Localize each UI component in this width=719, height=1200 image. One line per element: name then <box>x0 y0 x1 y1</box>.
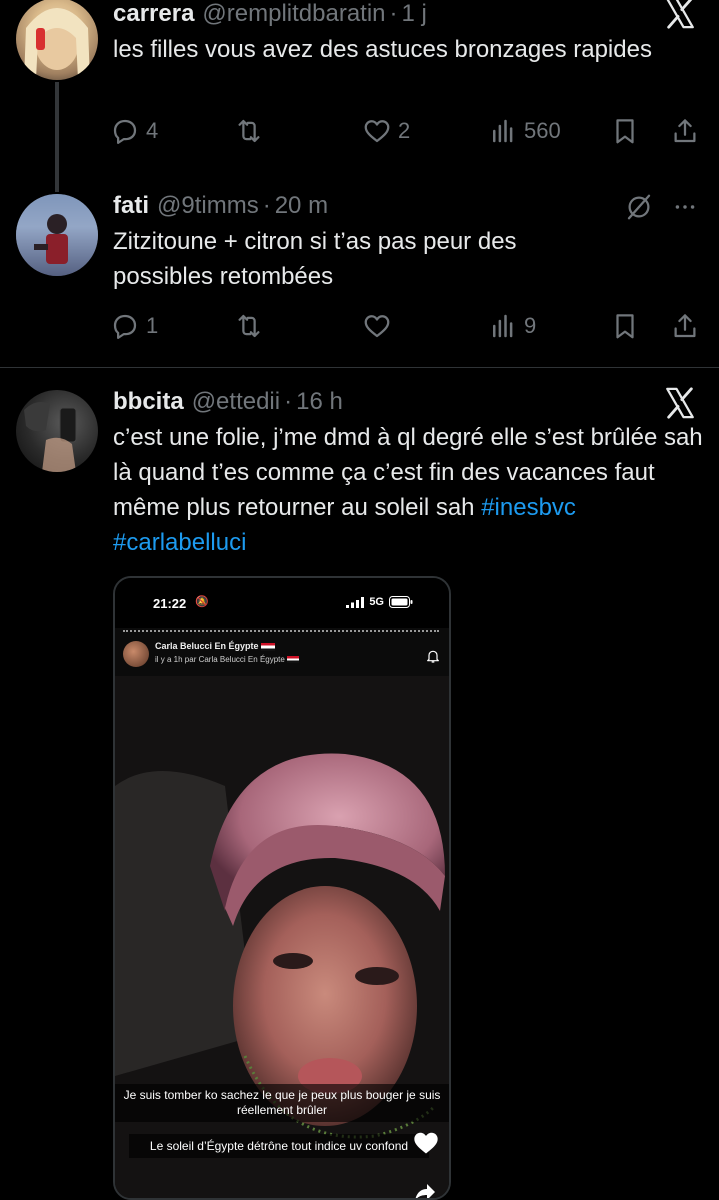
views-icon <box>493 314 513 338</box>
author-handle[interactable]: @remplitdbaratin <box>202 0 385 28</box>
like-count: 2 <box>398 118 411 143</box>
repost-icon <box>238 314 260 338</box>
reply-button[interactable]: 1 <box>110 308 158 344</box>
status-time: 21:22 <box>153 596 187 611</box>
avatar-carrera-art <box>24 8 90 80</box>
like-icon <box>364 120 390 143</box>
bookmark-button[interactable] <box>610 308 640 344</box>
repost-icon <box>238 119 260 143</box>
x-logo-icon <box>666 387 694 419</box>
egypt-flag-icon <box>287 656 300 664</box>
author-name[interactable]: carrera <box>113 0 194 28</box>
story-account-name: Carla Belucci En Égypte <box>155 641 276 651</box>
like-button[interactable]: 2 <box>362 113 410 149</box>
author-name[interactable]: bbcita <box>113 388 184 416</box>
story-progress <box>123 630 439 634</box>
more-icon[interactable] <box>670 194 700 220</box>
share-button[interactable] <box>670 113 700 149</box>
story-avatar <box>123 641 149 667</box>
avatar-bbcita[interactable] <box>16 390 98 472</box>
tweet-fati[interactable]: fati @9timms · 20 m Zitzitoune + citron … <box>0 186 719 366</box>
bookmark-button[interactable] <box>610 113 640 149</box>
views-count: 9 <box>524 313 537 338</box>
author-name[interactable]: fati <box>113 192 149 220</box>
story-subtitle: il y a 1h par Carla Belucci En Égypte <box>155 655 300 664</box>
author-handle[interactable]: @9timms <box>157 192 259 220</box>
repost-button[interactable] <box>234 113 270 149</box>
mute-icon: 🔕 <box>195 596 209 608</box>
reply-icon <box>113 119 137 144</box>
avatar-bbcita-art <box>24 402 77 472</box>
action-bar: 4 2 560 <box>108 113 708 149</box>
grok-icon[interactable] <box>624 192 654 222</box>
reply-button[interactable]: 4 <box>110 113 158 149</box>
story-caption-2: Le soleil d’Égypte détrône tout indice u… <box>129 1134 429 1158</box>
bookmark-icon <box>616 119 634 144</box>
network-type: 5G <box>369 596 384 608</box>
separator-dot: · <box>284 388 293 415</box>
separator-dot: · <box>389 0 398 27</box>
tweet-text: c’est une folie, j’me dmd à ql degré ell… <box>113 420 713 560</box>
tweet-text-content: c’est une folie, j’me dmd à ql degré ell… <box>113 424 703 521</box>
reply-count: 1 <box>146 313 159 338</box>
separator-dot: · <box>262 192 271 219</box>
egypt-flag-icon <box>261 642 276 651</box>
tweet-bbcita[interactable]: bbcita @ettedii · 16 h c’est une folie, … <box>0 368 719 1200</box>
bookmark-icon <box>616 314 634 339</box>
post-time[interactable]: 16 h <box>296 388 343 416</box>
hashtag-link[interactable]: #carlabelluci <box>113 529 246 556</box>
bell-icon[interactable] <box>425 648 441 664</box>
reply-icon <box>113 314 137 339</box>
story-header: Carla Belucci En Égypte il y a 1h par Ca… <box>115 636 449 676</box>
share-icon <box>674 314 696 338</box>
repost-button[interactable] <box>234 308 270 344</box>
views-button[interactable]: 9 <box>488 308 536 344</box>
story-account-name-text: Carla Belucci En Égypte <box>155 641 259 651</box>
views-icon <box>493 119 513 143</box>
share-arrow-icon[interactable] <box>411 1180 439 1200</box>
story-caption-1: Je suis tomber ko sachez le que je peux … <box>115 1084 449 1122</box>
reply-count: 4 <box>146 118 159 143</box>
tweet-carrera[interactable]: carrera @remplitdbaratin · 1 j les fille… <box>0 0 719 192</box>
share-button[interactable] <box>670 308 700 344</box>
story-subtitle-text: il y a 1h par Carla Belucci En Égypte <box>155 655 285 664</box>
status-network: 5G <box>346 596 413 608</box>
author-handle[interactable]: @ettedii <box>192 388 280 416</box>
avatar-fati[interactable] <box>16 194 98 276</box>
avatar-fati-art <box>16 194 98 276</box>
x-logo-icon <box>666 0 694 29</box>
like-icon <box>364 315 390 338</box>
post-time[interactable]: 20 m <box>275 192 328 220</box>
post-time[interactable]: 1 j <box>402 0 427 28</box>
embedded-media[interactable]: 21:22 🔕 5G Carla Belucci En Égypte il y … <box>113 576 451 1200</box>
battery-icon <box>389 596 413 608</box>
action-bar: 1 9 <box>108 308 708 344</box>
like-button[interactable] <box>362 308 398 344</box>
share-icon <box>674 119 696 143</box>
phone-status-bar: 21:22 🔕 5G <box>115 578 449 628</box>
signal-icon <box>346 596 365 608</box>
views-count: 560 <box>524 118 561 143</box>
tweet-text: Zitzitoune + citron si t’as pas peur des… <box>113 228 517 290</box>
avatar-carrera[interactable] <box>16 0 98 80</box>
tweet-text: les filles vous avez des astuces bronzag… <box>113 36 652 63</box>
hashtag-link[interactable]: #inesbvc <box>481 494 576 521</box>
heart-icon[interactable] <box>411 1129 441 1157</box>
views-button[interactable]: 560 <box>488 113 561 149</box>
thread-line <box>55 82 59 192</box>
